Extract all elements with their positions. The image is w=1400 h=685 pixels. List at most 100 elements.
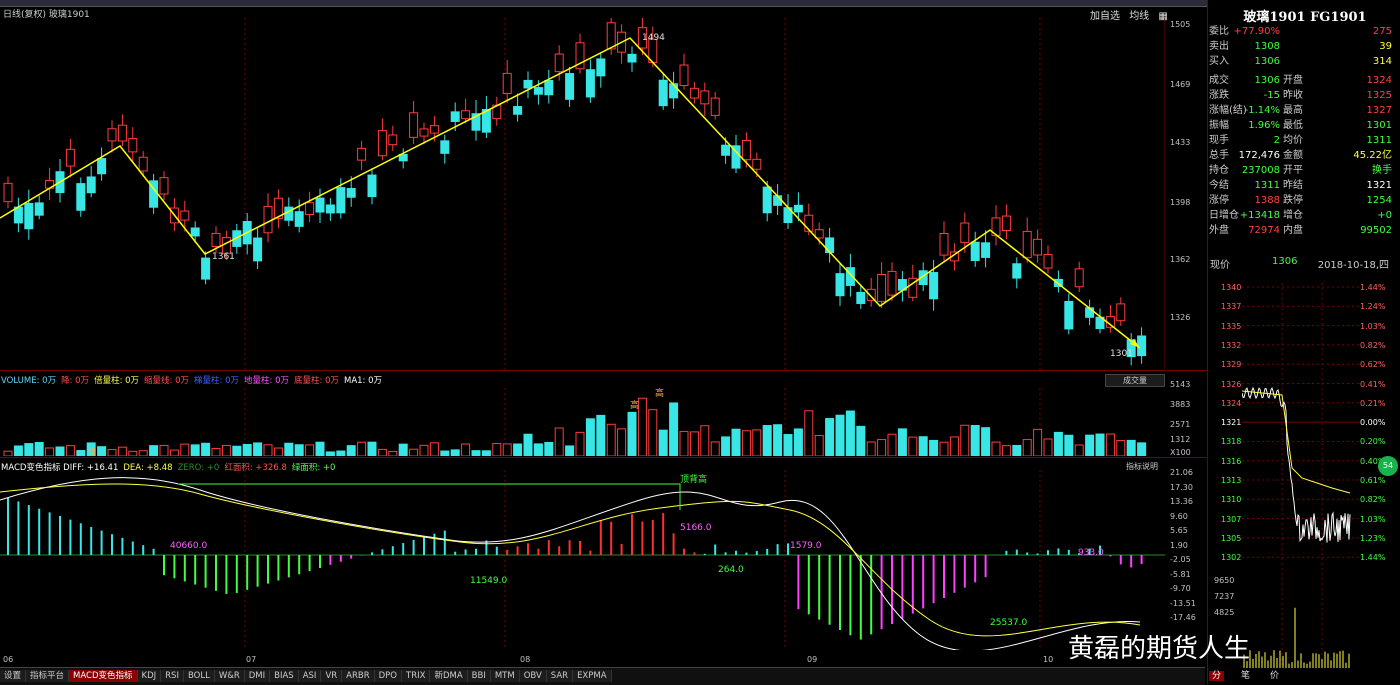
macd-tick: 21.06 bbox=[1170, 468, 1193, 477]
quote-v: 1311 bbox=[1254, 180, 1280, 191]
indicator-tab[interactable]: MTM bbox=[490, 670, 520, 682]
indicator-tab[interactable]: KDJ bbox=[137, 670, 162, 682]
indicator-tab[interactable]: TRIX bbox=[402, 670, 431, 682]
quote-v: +13418 bbox=[1239, 210, 1280, 221]
volume-bar bbox=[481, 450, 491, 456]
candle-body bbox=[461, 110, 471, 120]
quote-v2: 换手 bbox=[1372, 165, 1392, 176]
volume-bar bbox=[45, 447, 55, 456]
volume-bar bbox=[877, 439, 887, 456]
volume-bar bbox=[762, 425, 772, 456]
candle-body bbox=[315, 197, 325, 213]
volume-bar bbox=[544, 441, 554, 456]
candle-body bbox=[1074, 268, 1084, 288]
quote-l: 今结 bbox=[1209, 180, 1229, 191]
volume-bar bbox=[929, 439, 939, 456]
volume-bar bbox=[700, 425, 710, 456]
volume-bar bbox=[305, 444, 315, 456]
intraday-pct-tick: 1.44% bbox=[1360, 283, 1386, 292]
candle-body bbox=[856, 291, 866, 304]
quote-v2: 1324 bbox=[1366, 75, 1392, 86]
candle-body bbox=[284, 206, 294, 221]
indicator-tab[interactable]: DPO bbox=[374, 670, 403, 682]
quote-l2: 开平 bbox=[1283, 165, 1303, 176]
macd-tick: 9.60 bbox=[1170, 511, 1188, 521]
candle-body bbox=[3, 182, 13, 203]
quote-v: 1.96% bbox=[1248, 120, 1280, 131]
indicator-tab[interactable]: BOLL bbox=[183, 670, 215, 682]
indicator-tabbar[interactable]: 设置 指标平台 MACD变色指标 KDJ RSI BOLL W&R DMI BIAS ASI VR A… bbox=[0, 667, 1205, 685]
volume-tick: 1312 bbox=[1170, 435, 1191, 444]
quote-l2: 开盘 bbox=[1283, 75, 1303, 86]
divergence-line bbox=[178, 483, 681, 510]
indicator-tab[interactable]: DMI bbox=[244, 670, 271, 682]
indicator-tab[interactable]: ARBR bbox=[342, 670, 375, 682]
indicator-tab[interactable]: EXPMA bbox=[573, 670, 612, 682]
indicator-tab[interactable]: 指标平台 bbox=[26, 670, 70, 682]
notification-badge[interactable]: 54 bbox=[1378, 456, 1398, 476]
divergence-label: 顶背高 bbox=[680, 473, 707, 485]
indicator-tab[interactable]: BIAS bbox=[270, 670, 299, 682]
candle-body bbox=[825, 237, 835, 254]
volume-bar bbox=[1022, 439, 1032, 456]
intraday-price-tick: 1310 bbox=[1221, 495, 1242, 505]
menu-bar[interactable] bbox=[0, 0, 1400, 7]
volume-bar bbox=[24, 443, 34, 456]
intraday-price-tick: 1313 bbox=[1221, 476, 1242, 485]
intraday-tab[interactable]: 价 bbox=[1267, 671, 1282, 681]
indicator-tab[interactable]: ASI bbox=[298, 670, 322, 682]
intraday-price-tick: 1316 bbox=[1221, 456, 1242, 466]
macd-tick: 5.65 bbox=[1170, 526, 1188, 535]
quote-date: 2018-10-18,四 bbox=[1317, 260, 1389, 271]
macd-tick: 17.30 bbox=[1170, 482, 1193, 492]
quote-v2: 45.22亿 bbox=[1353, 150, 1392, 161]
quote-l: 涨停 bbox=[1209, 195, 1229, 206]
volume-bar bbox=[211, 447, 221, 456]
indicator-tab[interactable]: RSI bbox=[161, 670, 184, 682]
intraday-chart[interactable] bbox=[1242, 283, 1360, 668]
volume-legend-item: MA1: 0万 bbox=[343, 376, 383, 386]
intraday-tabs[interactable]: 分笔价 bbox=[1209, 668, 1296, 681]
volume-bar bbox=[273, 447, 283, 456]
indicator-tab[interactable]: 新DMA bbox=[430, 670, 468, 682]
quote-l2: 增仓 bbox=[1283, 210, 1303, 221]
quote-l: 涨幅(结) bbox=[1209, 105, 1247, 116]
macd-tick: -9.70 bbox=[1170, 584, 1191, 593]
candlestick-chart[interactable]: 1494 1361 1301 bbox=[0, 18, 1165, 370]
candle-body bbox=[440, 140, 450, 154]
indicator-tab[interactable]: BBI bbox=[467, 670, 491, 682]
candle-body bbox=[741, 139, 751, 161]
volume-legend-item: 地量柱: 0万 bbox=[244, 376, 289, 386]
quote-v2: 1325 bbox=[1366, 90, 1392, 101]
volume-bar bbox=[367, 441, 377, 456]
intraday-pct-tick: 0.21% bbox=[1360, 398, 1386, 408]
volume-select-button[interactable]: 成交量 bbox=[1105, 374, 1165, 387]
quote-v: -15 bbox=[1263, 90, 1280, 101]
volume-bar bbox=[960, 424, 970, 456]
volume-bar bbox=[253, 442, 263, 456]
indicator-tab[interactable]: VR bbox=[321, 670, 343, 682]
volume-tick: 2571 bbox=[1170, 420, 1191, 429]
intraday-tab[interactable]: 分 bbox=[1209, 671, 1225, 681]
quote-v: 2 bbox=[1273, 135, 1280, 146]
candle-body bbox=[159, 177, 169, 195]
indicator-tab[interactable]: MACD变色指标 bbox=[69, 670, 138, 682]
indicator-tab[interactable]: OBV bbox=[519, 670, 547, 682]
macd-tick: 1.90 bbox=[1170, 540, 1188, 550]
volume-legend-item: 梯量柱: 0万 bbox=[194, 376, 240, 386]
intraday-pct-tick: 1.24% bbox=[1360, 302, 1386, 312]
candle-body bbox=[544, 79, 554, 96]
intraday-tab[interactable]: 笔 bbox=[1238, 671, 1253, 681]
candle-body bbox=[721, 144, 731, 156]
volume-bar bbox=[284, 442, 294, 456]
volume-bar bbox=[721, 436, 731, 456]
indicator-tab[interactable]: SAR bbox=[546, 670, 574, 682]
intraday-pct-tick: 0.00% bbox=[1360, 418, 1386, 428]
quote-row: 现手 2 均价 1311 bbox=[1209, 133, 1392, 148]
candle-body bbox=[65, 148, 75, 167]
quote-row: 持仓 237008 开平 换手 bbox=[1209, 163, 1392, 178]
indicator-tab[interactable]: W&R bbox=[214, 670, 245, 682]
volume-bar bbox=[34, 441, 44, 456]
volume-bar bbox=[887, 433, 897, 456]
indicator-tab[interactable]: 设置 bbox=[0, 670, 27, 682]
